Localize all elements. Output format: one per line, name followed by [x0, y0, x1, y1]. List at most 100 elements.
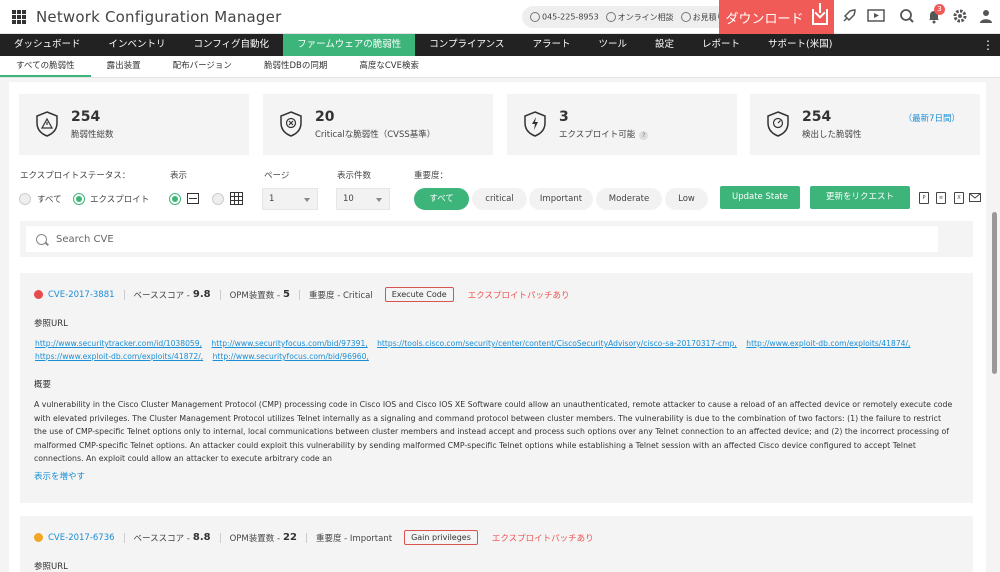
nav-inventory[interactable]: インベントリ: [95, 34, 180, 56]
stat-detected-vulnerabilities[interactable]: 254 検出した脆弱性 （最新7日間）: [750, 94, 980, 155]
nav-config-automation[interactable]: コンフィグ自動化: [180, 34, 284, 56]
request-update-button[interactable]: 更新をリクエスト: [810, 186, 910, 209]
video-icon[interactable]: [867, 8, 885, 26]
shield-gauge-icon: [767, 111, 789, 137]
tab-all-vulnerabilities[interactable]: すべての脆弱性: [0, 56, 91, 77]
more-vertical-icon[interactable]: ⋮: [982, 38, 994, 52]
nav-tools[interactable]: ツール: [584, 34, 641, 56]
summary-text: A vulnerability in the Cisco Cluster Man…: [34, 400, 953, 463]
stat-label: エクスプロイト可能?: [559, 128, 649, 140]
nav-settings[interactable]: 設定: [641, 34, 688, 56]
show-more-link[interactable]: 表示を増やす: [34, 470, 85, 482]
stat-value: 254: [71, 109, 101, 125]
sub-tabs: すべての脆弱性 露出装置 配布バージョン 脆弱性DBの同期 高度なCVE検索: [0, 56, 1000, 78]
app-grid-icon[interactable]: [12, 9, 26, 24]
mail-icon[interactable]: [969, 193, 981, 202]
cve-card: CVE-2017-3881 ベーススコア -9.8 OPM装置数 -5 重要度 …: [20, 273, 973, 503]
online-consult-label: オンライン相談: [617, 12, 674, 22]
nav-compliance[interactable]: コンプライアンス: [415, 34, 518, 56]
update-state-button[interactable]: Update State: [720, 186, 800, 209]
search-icon: [36, 233, 47, 245]
severity-label: 重要度：: [414, 171, 449, 181]
divider: [123, 532, 125, 543]
phone-icon: [530, 12, 540, 22]
radio-grid-view[interactable]: [212, 193, 224, 205]
reference-link[interactable]: http://www.exploit-db.com/exploits/41874…: [746, 339, 910, 348]
nav-dashboard[interactable]: ダッシュボード: [0, 34, 95, 56]
reference-url-title: 参照URL: [34, 319, 68, 329]
phone-contact[interactable]: 045-225-8953: [530, 12, 599, 22]
exploit-status-label: エクスプロイトステータス：: [20, 171, 131, 181]
tab-vuln-db-sync[interactable]: 脆弱性DBの同期: [248, 56, 343, 77]
page-select-value: 1: [269, 194, 275, 204]
severity-all[interactable]: すべて: [414, 188, 469, 210]
online-consult-link[interactable]: オンライン相談: [605, 12, 674, 23]
count-select-value: 10: [343, 194, 354, 204]
reference-link[interactable]: https://tools.cisco.com/security/center/…: [377, 339, 737, 348]
exploit-patch-status: エクスプロイトパッチあり: [491, 533, 594, 544]
severity-dot: [34, 533, 43, 542]
radio-list-view[interactable]: [169, 193, 181, 205]
nav-alerts[interactable]: アラート: [518, 34, 584, 56]
excel-icon[interactable]: X: [954, 192, 964, 204]
opm-count-value: 5: [283, 289, 290, 300]
nav-reports[interactable]: レポート: [688, 34, 754, 56]
pdf-icon[interactable]: P: [919, 192, 929, 204]
nav-firmware-vulnerability[interactable]: ファームウェアの脆弱性: [283, 34, 416, 56]
chevron-down-icon: [304, 198, 310, 202]
severity-low[interactable]: Low: [665, 188, 708, 210]
page-select[interactable]: 1: [262, 188, 318, 210]
severity-dot: [34, 290, 43, 299]
tab-distributed-versions[interactable]: 配布バージョン: [157, 56, 248, 77]
stat-exploitable[interactable]: 3 エクスプロイト可能?: [507, 94, 737, 155]
radio-all-label: すべて: [37, 195, 62, 205]
divider: [305, 532, 307, 543]
stat-value: 3: [559, 109, 569, 125]
reference-link[interactable]: http://www.securitytracker.com/id/103805…: [35, 339, 202, 348]
grid-view-icon: [230, 192, 243, 205]
cve-id-link[interactable]: CVE-2017-6736: [48, 533, 115, 543]
radio-exploit[interactable]: [73, 193, 85, 205]
divider: [299, 289, 300, 300]
radio-all[interactable]: [19, 193, 31, 205]
base-score-value: 9.8: [192, 289, 211, 300]
stat-period: （最新7日間）: [903, 114, 960, 124]
search-input[interactable]: [56, 233, 856, 245]
count-label: 表示件数: [337, 171, 372, 181]
search-icon[interactable]: [898, 8, 916, 26]
main-content: 254 脆弱性総数 20 Criticalな脆弱性（CVSS基準） 3 エクスプ…: [9, 82, 986, 572]
help-icon[interactable]: ?: [639, 131, 649, 140]
stat-critical-vulnerabilities[interactable]: 20 Criticalな脆弱性（CVSS基準）: [263, 94, 493, 155]
page-scrollbar[interactable]: [992, 212, 997, 374]
nav-support[interactable]: サポート(米国): [754, 34, 846, 56]
csv-icon[interactable]: ≡: [936, 192, 946, 204]
reference-link[interactable]: https://www.exploit-db.com/exploits/4187…: [35, 352, 203, 361]
search-box[interactable]: [26, 226, 938, 252]
stat-total-vulnerabilities[interactable]: 254 脆弱性総数: [19, 94, 249, 155]
list-view-icon: [187, 193, 199, 204]
cve-header: CVE-2017-3881 ベーススコア -9.8 OPM装置数 -5 重要度 …: [34, 287, 569, 302]
rocket-icon[interactable]: [840, 8, 858, 26]
stat-label: Criticalな脆弱性（CVSS基準）: [315, 130, 436, 140]
shield-bolt-icon: [524, 111, 546, 137]
reference-links: http://www.securitytracker.com/id/103805…: [35, 337, 965, 363]
opm-count-value: 22: [283, 532, 297, 543]
count-select[interactable]: 10: [336, 188, 390, 210]
tab-exposed-devices[interactable]: 露出装置: [91, 56, 157, 77]
tab-advanced-cve-search[interactable]: 高度なCVE検索: [343, 56, 435, 77]
vuln-type-tag: Execute Code: [384, 287, 454, 302]
base-score-value: 8.8: [192, 532, 211, 543]
severity-important[interactable]: Important: [529, 188, 593, 210]
severity-text: 重要度 - Important: [315, 533, 393, 544]
summary-title: 概要: [34, 380, 52, 390]
severity-moderate[interactable]: Moderate: [596, 188, 662, 210]
cve-card: CVE-2017-6736 ベーススコア -8.8 OPM装置数 -22 重要度…: [20, 516, 973, 572]
reference-link[interactable]: http://www.securityfocus.com/bid/96960,: [213, 352, 369, 361]
reference-link[interactable]: http://www.securityfocus.com/bid/97391,: [211, 339, 367, 348]
base-score-label: ベーススコア -: [133, 290, 190, 301]
severity-critical[interactable]: critical: [472, 188, 527, 210]
cve-id-link[interactable]: CVE-2017-3881: [48, 290, 115, 300]
gear-icon[interactable]: [951, 8, 969, 26]
download-button[interactable]: ダウンロード: [719, 0, 834, 34]
user-icon[interactable]: [977, 8, 995, 26]
